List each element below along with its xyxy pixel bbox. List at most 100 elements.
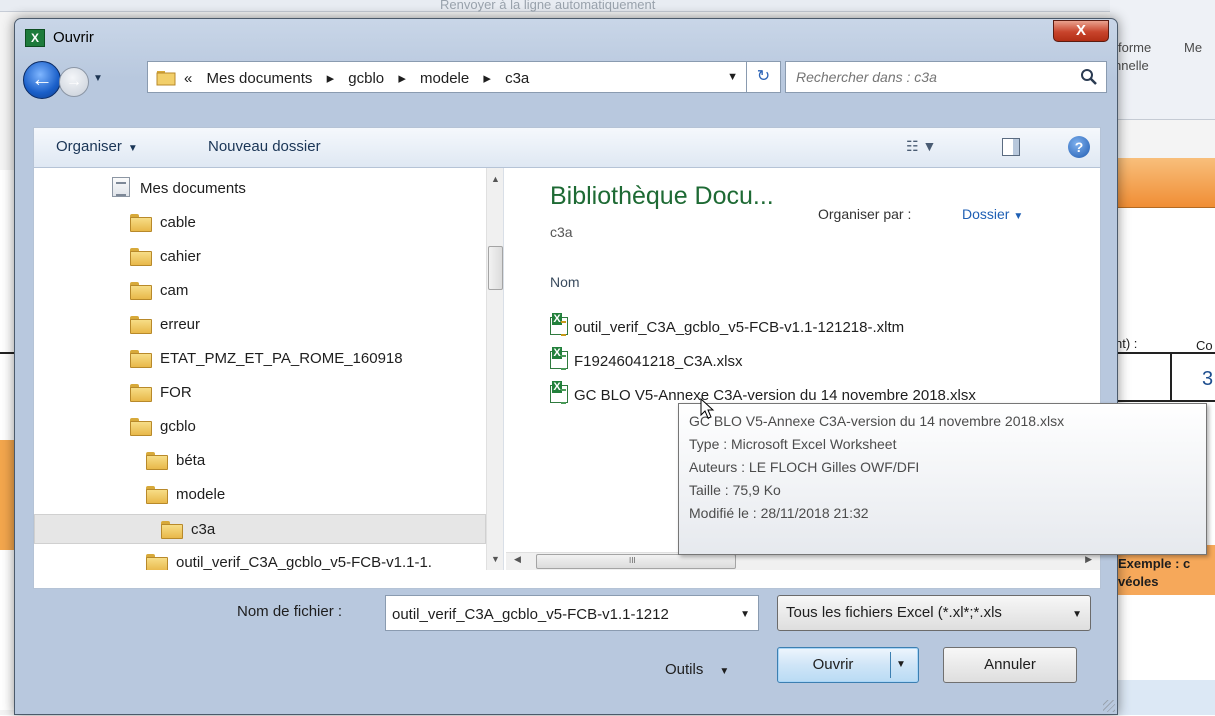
preview-pane-icon[interactable] (1002, 138, 1020, 156)
sidebar-item-mes-documents[interactable]: Mes documents (112, 174, 246, 204)
sidebar-item-etat-pmz-et-pa-rome-160918[interactable]: ETAT_PMZ_ET_PA_ROME_160918 (130, 344, 403, 374)
sheet-text: véoles (1118, 574, 1159, 589)
sheet-border (1110, 400, 1215, 402)
scroll-left-icon[interactable]: ◀ (514, 554, 521, 565)
breadcrumb-separator-icon[interactable]: ▸ (327, 70, 335, 87)
scroll-down-icon[interactable]: ▼ (491, 554, 500, 564)
resize-grip-icon[interactable] (1103, 700, 1115, 712)
grip-icon: III (629, 556, 636, 565)
chevron-down-icon[interactable]: ▼ (740, 609, 750, 620)
history-dropdown-icon[interactable]: ▼ (93, 73, 103, 84)
breadcrumb-separator-icon[interactable]: ▸ (398, 70, 406, 87)
folder-icon (161, 519, 183, 539)
back-button[interactable]: ← (23, 61, 61, 99)
breadcrumb-overflow[interactable]: « (184, 70, 192, 87)
sidebar-item-label: cable (160, 214, 196, 231)
ribbon-me-label: Me (1184, 40, 1203, 55)
forward-button[interactable]: → (59, 67, 89, 97)
help-icon[interactable]: ? (1068, 136, 1090, 158)
cancel-button[interactable]: Annuler (943, 647, 1077, 683)
close-button[interactable]: X (1053, 20, 1109, 42)
navigation-pane: Mes documents cable cahier cam erreur ETAT_PM… (34, 168, 504, 570)
sheet-text: nt) : (1115, 336, 1138, 351)
library-title: Bibliothèque Docu... (550, 182, 774, 210)
tooltip-modified: Modifié le : 28/11/2018 21:32 (689, 505, 869, 521)
filetype-select[interactable]: Tous les fichiers Excel (*.xl*;*.xls ▼ (777, 595, 1091, 631)
folder-icon (130, 416, 152, 436)
search-box[interactable] (785, 61, 1107, 93)
sidebar-item-c3a[interactable]: c3a (34, 514, 486, 544)
filename-input[interactable] (392, 604, 732, 624)
sheet-text: Exemple : c (1118, 556, 1191, 571)
sidebar-item-for[interactable]: FOR (130, 378, 192, 408)
column-header-name[interactable]: Nom (550, 274, 580, 290)
sidebar-item-b-ta[interactable]: béta (146, 446, 205, 476)
tooltip-filename: GC BLO V5-Annexe C3A-version du 14 novem… (689, 413, 1065, 429)
arrange-by-dropdown[interactable]: Dossier ▼ (962, 206, 1023, 222)
sidebar-item-cahier[interactable]: cahier (130, 242, 201, 272)
filename-combobox[interactable]: ▼ (385, 595, 759, 631)
folder-icon (130, 246, 152, 266)
title-bar[interactable]: X Ouvrir X (15, 19, 1117, 53)
folder-icon (130, 314, 152, 334)
excel-file-icon (550, 347, 568, 370)
sidebar-item-label: cahier (160, 248, 201, 265)
wrap-text-command: Renvoyer à la ligne automatiquement (440, 0, 656, 12)
tools-label: Outils (665, 661, 704, 678)
search-input[interactable] (796, 66, 1066, 88)
arrange-by-label: Organiser par : (818, 206, 912, 222)
scroll-right-icon[interactable]: ▶ (1085, 554, 1092, 565)
breadcrumb-gcblo[interactable]: gcblo (348, 70, 384, 87)
search-icon[interactable] (1080, 68, 1098, 86)
new-folder-button[interactable]: Nouveau dossier (208, 138, 321, 155)
excel-ribbon-right: forme Me nnelle (1110, 0, 1215, 120)
scroll-up-icon[interactable]: ▲ (491, 174, 500, 184)
filename-label: Nom de fichier : (237, 603, 343, 620)
folder-icon (130, 382, 152, 402)
sidebar-item-cable[interactable]: cable (130, 208, 196, 238)
arrange-by-value: Dossier (962, 206, 1010, 222)
excel-file-icon (550, 381, 568, 404)
ribbon-nnelle-label: nnelle (1114, 58, 1149, 73)
folder-icon (156, 71, 176, 86)
sidebar-item-erreur[interactable]: erreur (130, 310, 200, 340)
open-button[interactable]: Ouvrir ▼ (777, 647, 919, 683)
excel-macro-icon (550, 313, 568, 336)
file-list-item[interactable]: outil_verif_C3A_gcblo_v5-FCB-v1.1-121218… (550, 313, 904, 342)
filetype-value: Tous les fichiers Excel (*.xl*;*.xls (786, 604, 1002, 621)
breadcrumb-c3a[interactable]: c3a (505, 70, 529, 87)
sidebar-item-label: ETAT_PMZ_ET_PA_ROME_160918 (160, 350, 403, 367)
open-options-arrow-icon[interactable]: ▼ (896, 659, 906, 670)
tools-button[interactable]: Outils ▼ (665, 661, 729, 678)
split-divider (890, 652, 891, 678)
sidebar-item-gcblo[interactable]: gcblo (130, 412, 196, 442)
sidebar-item-label: Mes documents (140, 180, 246, 197)
sidebar-item-modele[interactable]: modele (146, 480, 225, 510)
sidebar-item-label: modele (176, 486, 226, 503)
refresh-button[interactable]: ↻ (747, 61, 781, 93)
scrollbar-thumb[interactable] (488, 246, 503, 290)
folder-icon (130, 280, 152, 300)
sidebar-item-label: béta (176, 452, 206, 469)
scrollbar-thumb[interactable]: III (536, 554, 736, 569)
sidebar-item-outil-verif-c3a-gcblo-v5-fcb-v1-1-1[interactable]: outil_verif_C3A_gcblo_v5-FCB-v1.1-1. (146, 548, 432, 570)
chevron-down-icon: ▼ (127, 143, 138, 154)
breadcrumb-modele[interactable]: modele (420, 70, 469, 87)
excel-ribbon-strip: Renvoyer à la ligne automatiquement (0, 0, 1215, 12)
dialog-title: Ouvrir (53, 29, 94, 46)
ribbon-format-label: forme (1118, 40, 1152, 55)
file-info-tooltip: GC BLO V5-Annexe C3A-version du 14 novem… (678, 403, 1207, 555)
file-name: F19246041218_C3A.xlsx (574, 353, 743, 370)
breadcrumb-separator-icon[interactable]: ▸ (483, 70, 491, 87)
sidebar-item-cam[interactable]: cam (130, 276, 188, 306)
address-dropdown-icon[interactable]: ▼ (727, 71, 738, 83)
organize-button[interactable]: Organiser ▼ (56, 138, 138, 155)
address-bar[interactable]: « Mes documents ▸ gcblo ▸ modele ▸ c3a ▼ (147, 61, 747, 93)
breadcrumb-mes-documents[interactable]: Mes documents (207, 70, 313, 87)
sheet-value: 3 (1202, 368, 1214, 390)
file-list-item[interactable]: F19246041218_C3A.xlsx (550, 347, 743, 376)
navigation-scrollbar[interactable]: ▲ ▼ (486, 168, 503, 570)
organize-label: Organiser (56, 138, 122, 155)
view-options-icon[interactable]: ☷ ▼ (906, 138, 948, 158)
documents-library-icon (112, 177, 130, 197)
